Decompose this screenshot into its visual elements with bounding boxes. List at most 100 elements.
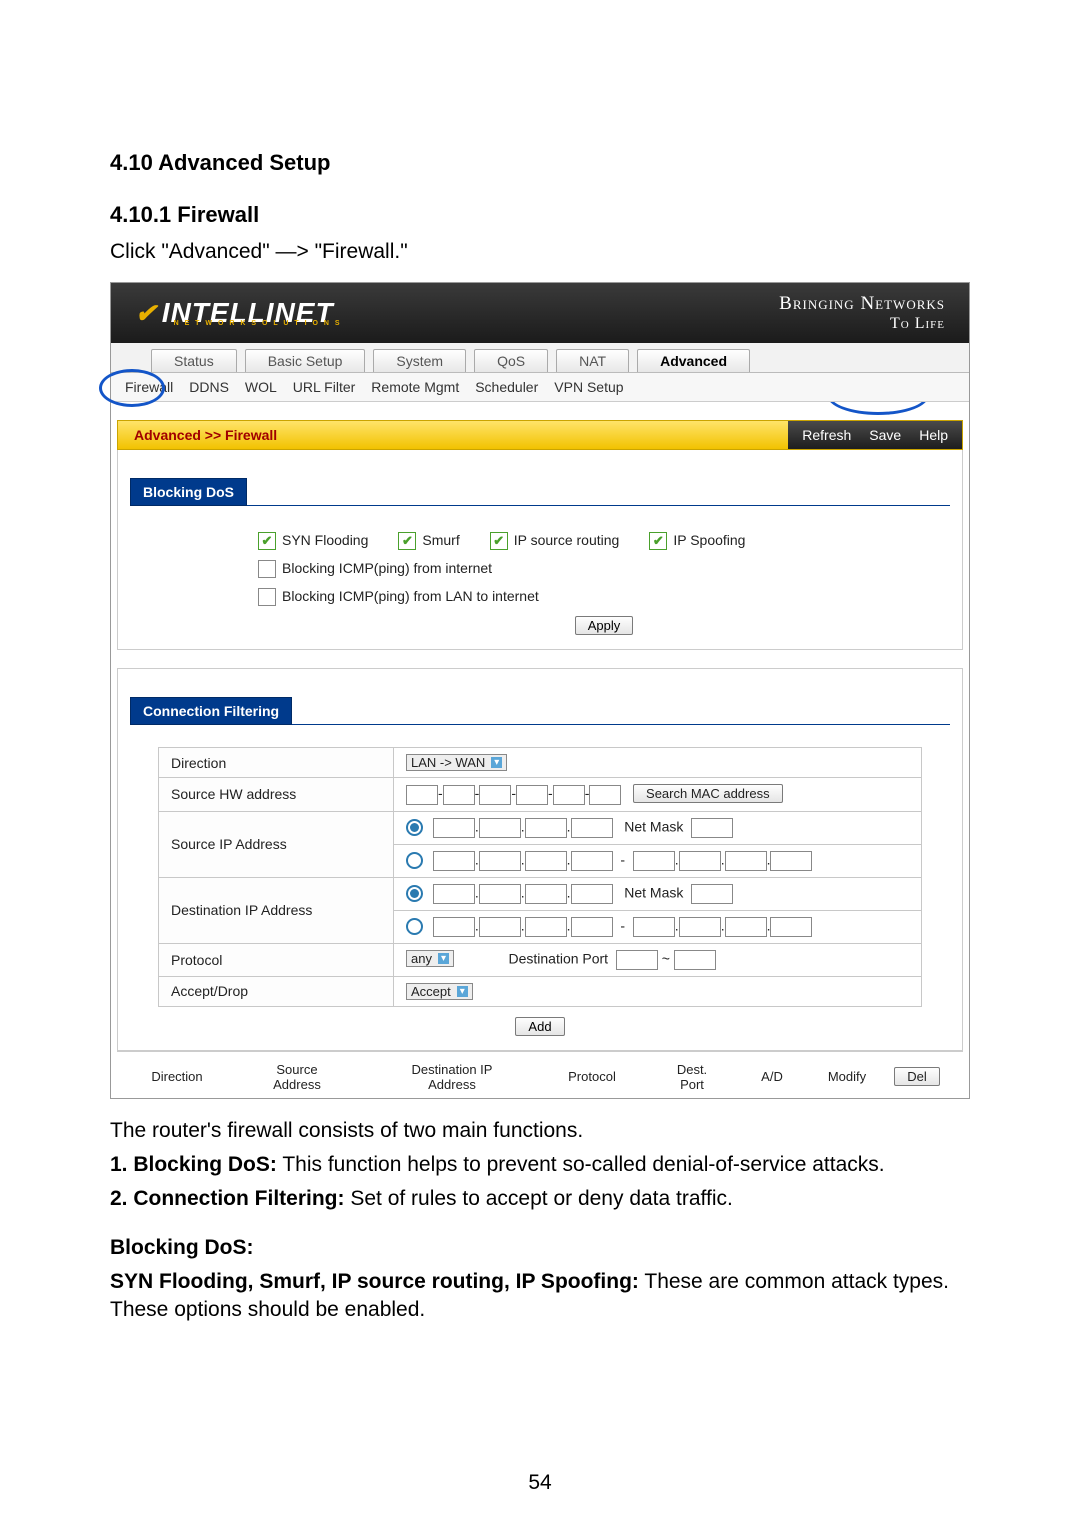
direction-select[interactable]: LAN -> WAN▾ [406, 754, 507, 771]
chevron-down-icon: ▾ [491, 757, 502, 768]
dst-ip2-f[interactable] [679, 917, 721, 937]
col-source-address: Source Address [227, 1062, 367, 1092]
subtab-wol[interactable]: WOL [237, 377, 285, 397]
del-button[interactable]: Del [894, 1067, 940, 1086]
accept-drop-label: Accept/Drop [159, 976, 394, 1006]
tab-system[interactable]: System [373, 349, 466, 372]
src-ip2-c[interactable] [525, 851, 567, 871]
subtab-firewall[interactable]: Firewall [117, 377, 181, 397]
src-ip2-b[interactable] [479, 851, 521, 871]
tab-basic-setup[interactable]: Basic Setup [245, 349, 366, 372]
tab-nat[interactable]: NAT [556, 349, 629, 372]
brand-logo: ✔ INTELLINET N E T W O R K S O L U T I O… [135, 297, 502, 329]
accept-drop-select[interactable]: Accept▾ [406, 983, 473, 1000]
section-heading-4-10-1: 4.10.1 Firewall [110, 202, 970, 228]
hw-octet-5[interactable] [553, 785, 585, 805]
dest-port-from[interactable] [616, 950, 658, 970]
subtab-scheduler[interactable]: Scheduler [467, 377, 546, 397]
dst-ip1-b[interactable] [479, 884, 521, 904]
tab-status[interactable]: Status [151, 349, 237, 372]
direction-label: Direction [159, 748, 394, 778]
col-direction: Direction [127, 1069, 227, 1084]
desc-blocking-dos-heading: Blocking DoS: [110, 1234, 970, 1262]
col-modify: Modify [807, 1069, 887, 1084]
chevron-down-icon: ▾ [457, 986, 468, 997]
src-netmask-label: Net Mask [624, 818, 683, 834]
subtab-ddns[interactable]: DDNS [181, 377, 237, 397]
dst-ip-mode-range-radio[interactable] [406, 918, 423, 935]
src-netmask-input[interactable] [691, 818, 733, 838]
help-button[interactable]: Help [919, 427, 948, 443]
refresh-button[interactable]: Refresh [802, 427, 851, 443]
src-ip1-c[interactable] [525, 818, 567, 838]
port-range-tilde: ~ [662, 950, 670, 966]
dst-netmask-label: Net Mask [624, 884, 683, 900]
dst-ip1-d[interactable] [571, 884, 613, 904]
page-number: 54 [0, 1471, 1080, 1495]
src-ip1-b[interactable] [479, 818, 521, 838]
src-ip2-d[interactable] [571, 851, 613, 871]
save-button[interactable]: Save [869, 427, 901, 443]
intro-text: Click "Advanced" —> "Firewall." [110, 238, 970, 266]
checkbox-smurf[interactable]: ✔Smurf [398, 532, 459, 550]
checkbox-ip-spoofing[interactable]: ✔IP Spoofing [649, 532, 745, 550]
dst-ip2-c[interactable] [525, 917, 567, 937]
dst-ip2-b[interactable] [479, 917, 521, 937]
sub-tab-bar: Firewall DDNS WOL URL Filter Remote Mgmt… [111, 373, 969, 402]
col-dest-ip: Destination IP Address [367, 1062, 537, 1092]
tab-advanced[interactable]: Advanced [637, 349, 750, 372]
tagline-line1: Bringing Networks [779, 293, 945, 315]
section-heading-4-10: 4.10 Advanced Setup [110, 150, 970, 176]
src-ip-mode-range-radio[interactable] [406, 852, 423, 869]
dst-ip1-c[interactable] [525, 884, 567, 904]
subtab-vpn-setup[interactable]: VPN Setup [546, 377, 631, 397]
protocol-select[interactable]: any▾ [406, 950, 454, 967]
desc-item-2: 2. Connection Filtering: Set of rules to… [110, 1185, 970, 1213]
connection-filtering-pane: Connection Filtering Direction LAN -> WA… [117, 668, 963, 1050]
tagline-line2: To Life [779, 315, 945, 333]
src-ip1-d[interactable] [571, 818, 613, 838]
checkbox-block-icmp-internet[interactable]: ✔Blocking ICMP(ping) from internet [258, 560, 492, 578]
dst-ip-mode-single-radio[interactable] [406, 885, 423, 902]
connection-filter-form: Direction LAN -> WAN▾ Source HW address … [158, 747, 922, 1006]
hw-octet-3[interactable] [479, 785, 511, 805]
src-ip-mode-single-radio[interactable] [406, 819, 423, 836]
search-mac-button[interactable]: Search MAC address [633, 784, 783, 803]
add-button[interactable]: Add [515, 1017, 564, 1036]
blocking-dos-header: Blocking DoS [130, 478, 247, 506]
subtab-remote-mgmt[interactable]: Remote Mgmt [363, 377, 467, 397]
dst-ip2-d[interactable] [571, 917, 613, 937]
hw-octet-2[interactable] [443, 785, 475, 805]
hw-octet-6[interactable] [589, 785, 621, 805]
dst-ip1-a[interactable] [433, 884, 475, 904]
dst-ip2-a[interactable] [433, 917, 475, 937]
subtab-url-filter[interactable]: URL Filter [285, 377, 364, 397]
checkbox-syn-flooding[interactable]: ✔SYN Flooding [258, 532, 368, 550]
src-ip2-h[interactable] [770, 851, 812, 871]
router-ui-screenshot: ✔ INTELLINET N E T W O R K S O L U T I O… [110, 282, 970, 1098]
chevron-down-icon: ▾ [438, 953, 449, 964]
src-ip2-a[interactable] [433, 851, 475, 871]
main-tab-bar: Status Basic Setup System QoS NAT Advanc… [111, 343, 969, 373]
blocking-dos-pane: Blocking DoS ✔SYN Flooding ✔Smurf ✔IP so… [117, 450, 963, 650]
dst-netmask-input[interactable] [691, 884, 733, 904]
connection-filtering-header: Connection Filtering [130, 697, 292, 725]
dest-port-label: Destination Port [508, 950, 608, 966]
src-ip2-e[interactable] [633, 851, 675, 871]
dest-ip-label: Destination IP Address [159, 877, 394, 943]
dst-ip2-g[interactable] [725, 917, 767, 937]
dst-ip2-h[interactable] [770, 917, 812, 937]
hw-octet-4[interactable] [516, 785, 548, 805]
apply-button[interactable]: Apply [575, 616, 634, 635]
tab-qos[interactable]: QoS [474, 349, 548, 372]
src-ip2-f[interactable] [679, 851, 721, 871]
checkbox-block-icmp-lan[interactable]: ✔Blocking ICMP(ping) from LAN to interne… [258, 588, 539, 606]
src-ip2-g[interactable] [725, 851, 767, 871]
source-hw-label: Source HW address [159, 778, 394, 811]
dst-ip2-e[interactable] [633, 917, 675, 937]
hw-octet-1[interactable] [406, 785, 438, 805]
checkbox-ip-source-routing[interactable]: ✔IP source routing [490, 532, 620, 550]
src-ip1-a[interactable] [433, 818, 475, 838]
desc-intro: The router's firewall consists of two ma… [110, 1117, 970, 1145]
dest-port-to[interactable] [674, 950, 716, 970]
